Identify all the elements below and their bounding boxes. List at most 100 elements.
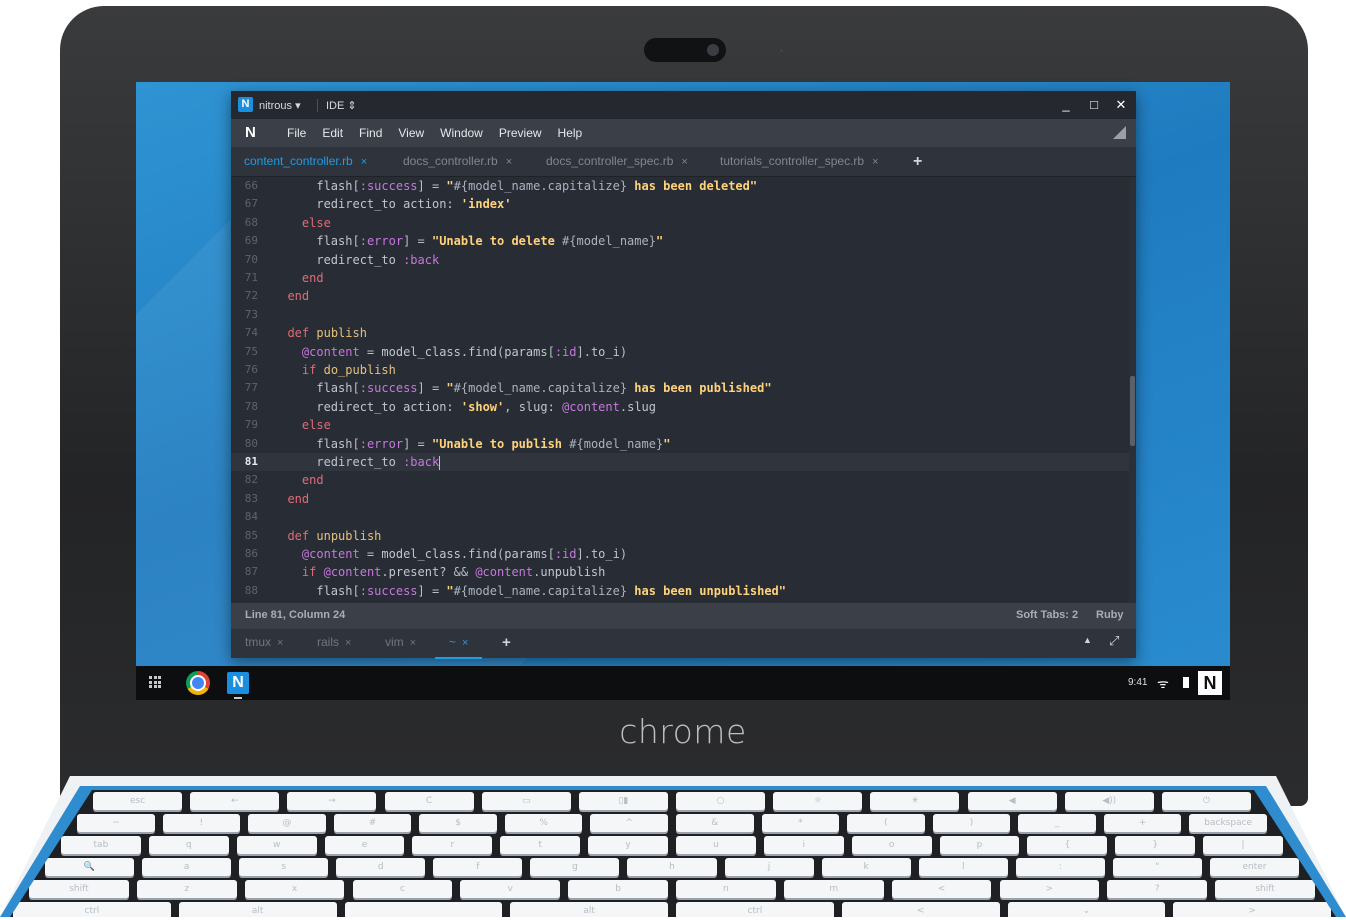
menu-item-view[interactable]: View xyxy=(390,119,432,147)
line-code: redirect_to action: 'show', slug: @conte… xyxy=(316,399,656,414)
battery-icon[interactable] xyxy=(1183,677,1189,688)
editor-tab[interactable]: content_controller.rb × xyxy=(244,147,367,177)
close-tab-icon[interactable]: × xyxy=(361,156,367,168)
code-line[interactable]: 82 end xyxy=(231,471,1129,489)
close-terminal-icon[interactable]: × xyxy=(410,637,416,649)
keyboard-key: ⏻ xyxy=(1161,792,1251,810)
line-code: redirect_to action: 'index' xyxy=(316,197,512,212)
keyboard-key: < xyxy=(841,902,1000,917)
keyboard-key: ☀ xyxy=(870,792,960,810)
close-terminal-icon[interactable]: × xyxy=(277,637,283,649)
code-line[interactable]: 70 redirect_to :back xyxy=(231,251,1129,269)
add-terminal-button[interactable]: + xyxy=(502,629,511,656)
code-line[interactable]: 69 flash[:error] = "Unable to delete #{m… xyxy=(231,232,1129,250)
nitrous-menu-logo-icon[interactable]: N xyxy=(245,124,256,141)
keyboard-key: tab xyxy=(61,836,141,854)
editor-tab[interactable]: docs_controller_spec.rb × xyxy=(546,147,688,177)
line-code: @content = model_class.find(params[:id].… xyxy=(301,344,628,359)
ide-titlebar: N nitrous ▾ IDE ⇕ _ □ ✕ xyxy=(231,91,1136,119)
corner-triangle-icon xyxy=(1113,126,1126,139)
close-terminal-icon[interactable]: × xyxy=(462,637,468,649)
nitrous-app-icon[interactable]: N xyxy=(227,672,249,694)
menu-item-window[interactable]: Window xyxy=(432,119,491,147)
code-editor[interactable]: 66 flash[:success] = "#{model_name.capit… xyxy=(231,177,1129,603)
keyboard-key: ctrl xyxy=(676,902,834,917)
code-line[interactable]: 80 flash[:error] = "Unable to publish #{… xyxy=(231,435,1129,453)
status-bar: Line 81, Column 24 Soft Tabs: 2 Ruby xyxy=(231,603,1136,629)
code-line[interactable]: 76 if do_publish xyxy=(231,361,1129,379)
close-button[interactable]: ✕ xyxy=(1111,95,1131,115)
tab-label: content_controller.rb xyxy=(244,154,353,168)
menu-item-preview[interactable]: Preview xyxy=(491,119,550,147)
terminal-tab[interactable]: rails × xyxy=(317,629,351,657)
code-line[interactable]: 85 def unpublish xyxy=(231,527,1129,545)
keyboard-key: + xyxy=(1103,814,1182,832)
code-line[interactable]: 86 @content = model_class.find(params[:i… xyxy=(231,545,1129,563)
fullscreen-icon[interactable]: ⤢ xyxy=(1109,633,1119,649)
code-line[interactable]: 79 else xyxy=(231,416,1129,434)
workspace-switcher[interactable]: IDE ⇕ xyxy=(326,99,357,112)
code-line[interactable]: 67 redirect_to action: 'index' xyxy=(231,195,1129,213)
maximize-button[interactable]: □ xyxy=(1084,95,1104,115)
terminal-tab[interactable]: tmux × xyxy=(245,629,283,657)
code-line[interactable]: 78 redirect_to action: 'show', slug: @co… xyxy=(231,398,1129,416)
keyboard-key: x xyxy=(244,880,345,898)
code-line[interactable]: 87 if @content.present? && @content.unpu… xyxy=(231,563,1129,581)
close-terminal-icon[interactable]: × xyxy=(345,637,351,649)
line-number: 88 xyxy=(244,583,258,597)
keyboard-key: esc xyxy=(93,792,183,810)
keyboard-key: q xyxy=(148,836,229,854)
app-launcher-icon[interactable] xyxy=(149,676,161,688)
chrome-browser-icon[interactable] xyxy=(186,671,210,695)
user-avatar[interactable]: N xyxy=(1198,671,1222,695)
code-line[interactable]: 66 flash[:success] = "#{model_name.capit… xyxy=(231,177,1129,195)
code-line[interactable]: 81 redirect_to :back xyxy=(231,453,1129,472)
keyboard-key: l xyxy=(918,858,1008,876)
code-line[interactable]: 72 end xyxy=(231,287,1129,305)
line-number: 80 xyxy=(244,436,258,450)
close-tab-icon[interactable]: × xyxy=(681,156,687,168)
keyboard-key: ◀)) xyxy=(1064,792,1154,810)
app-switcher[interactable]: nitrous ▾ xyxy=(259,99,301,112)
keyboard-key: " xyxy=(1112,858,1202,876)
minimize-button[interactable]: _ xyxy=(1056,95,1076,115)
line-number: 67 xyxy=(244,197,258,211)
collapse-terminal-icon[interactable]: ▲ xyxy=(1083,635,1092,645)
keyboard-key: → xyxy=(287,792,377,810)
tab-label: docs_controller_spec.rb xyxy=(546,154,674,168)
line-number: 71 xyxy=(244,271,258,284)
add-tab-button[interactable]: + xyxy=(913,147,922,176)
menu-item-edit[interactable]: Edit xyxy=(314,119,351,147)
keyboard-key: backspace xyxy=(1189,814,1267,832)
close-tab-icon[interactable]: × xyxy=(506,156,512,168)
code-line[interactable]: 71 end xyxy=(231,269,1129,287)
line-code: else xyxy=(301,418,331,433)
code-line[interactable]: 88 flash[:success] = "#{model_name.capit… xyxy=(231,582,1129,600)
menu-item-help[interactable]: Help xyxy=(550,119,591,147)
editor-scrollbar-thumb[interactable] xyxy=(1130,376,1135,446)
menu-items: File Edit Find View Window Preview Help xyxy=(279,119,590,147)
terminal-tab[interactable]: ~ × xyxy=(435,629,483,659)
keyboard-key: d xyxy=(336,858,426,876)
code-line[interactable]: 75 @content = model_class.find(params[:i… xyxy=(231,343,1129,361)
menu-item-file[interactable]: File xyxy=(279,119,314,147)
soft-tabs-setting[interactable]: Soft Tabs: 2 xyxy=(1016,609,1078,621)
code-line[interactable]: 84 xyxy=(231,508,1129,526)
menu-item-find[interactable]: Find xyxy=(351,119,390,147)
code-line[interactable]: 73 xyxy=(231,306,1129,324)
keyboard-key: i xyxy=(763,836,844,854)
close-tab-icon[interactable]: × xyxy=(872,156,878,168)
wifi-icon[interactable]: ᯤ xyxy=(1157,674,1169,692)
editor-tab[interactable]: docs_controller.rb × xyxy=(403,147,512,177)
code-line[interactable]: 77 flash[:success] = "#{model_name.capit… xyxy=(231,379,1129,397)
editor-tab[interactable]: tutorials_controller_spec.rb × xyxy=(720,147,879,177)
nitrous-logo-icon: N xyxy=(238,97,253,112)
code-line[interactable]: 68 else xyxy=(231,214,1129,232)
code-line[interactable]: 83 end xyxy=(231,490,1129,508)
language-mode[interactable]: Ruby xyxy=(1096,609,1124,621)
system-clock[interactable]: 9:41 xyxy=(1128,677,1147,688)
code-line[interactable]: 74 def publish xyxy=(231,324,1129,342)
terminal-tab[interactable]: vim × xyxy=(385,629,416,657)
line-number: 82 xyxy=(244,473,258,487)
terminal-tab-label: rails xyxy=(317,635,340,649)
